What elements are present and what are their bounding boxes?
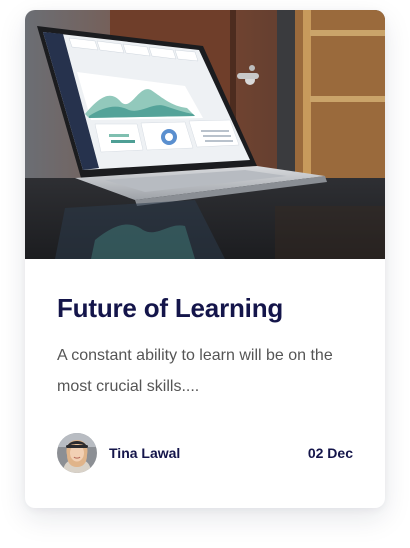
article-card[interactable]: Future of Learning A constant ability to… (25, 10, 385, 508)
article-title[interactable]: Future of Learning (57, 290, 283, 326)
article-meta: Tina Lawal 02 Dec (57, 433, 353, 473)
article-image[interactable] (25, 10, 385, 259)
user-avatar[interactable] (57, 433, 97, 473)
user-avatar-icon (57, 433, 97, 473)
publish-date: 02 Dec (307, 445, 353, 461)
author-name[interactable]: Tina Lawal (109, 443, 180, 463)
laptop-dashboard-photo (25, 10, 385, 259)
article-excerpt: A constant ability to learn will be on t… (57, 347, 333, 395)
